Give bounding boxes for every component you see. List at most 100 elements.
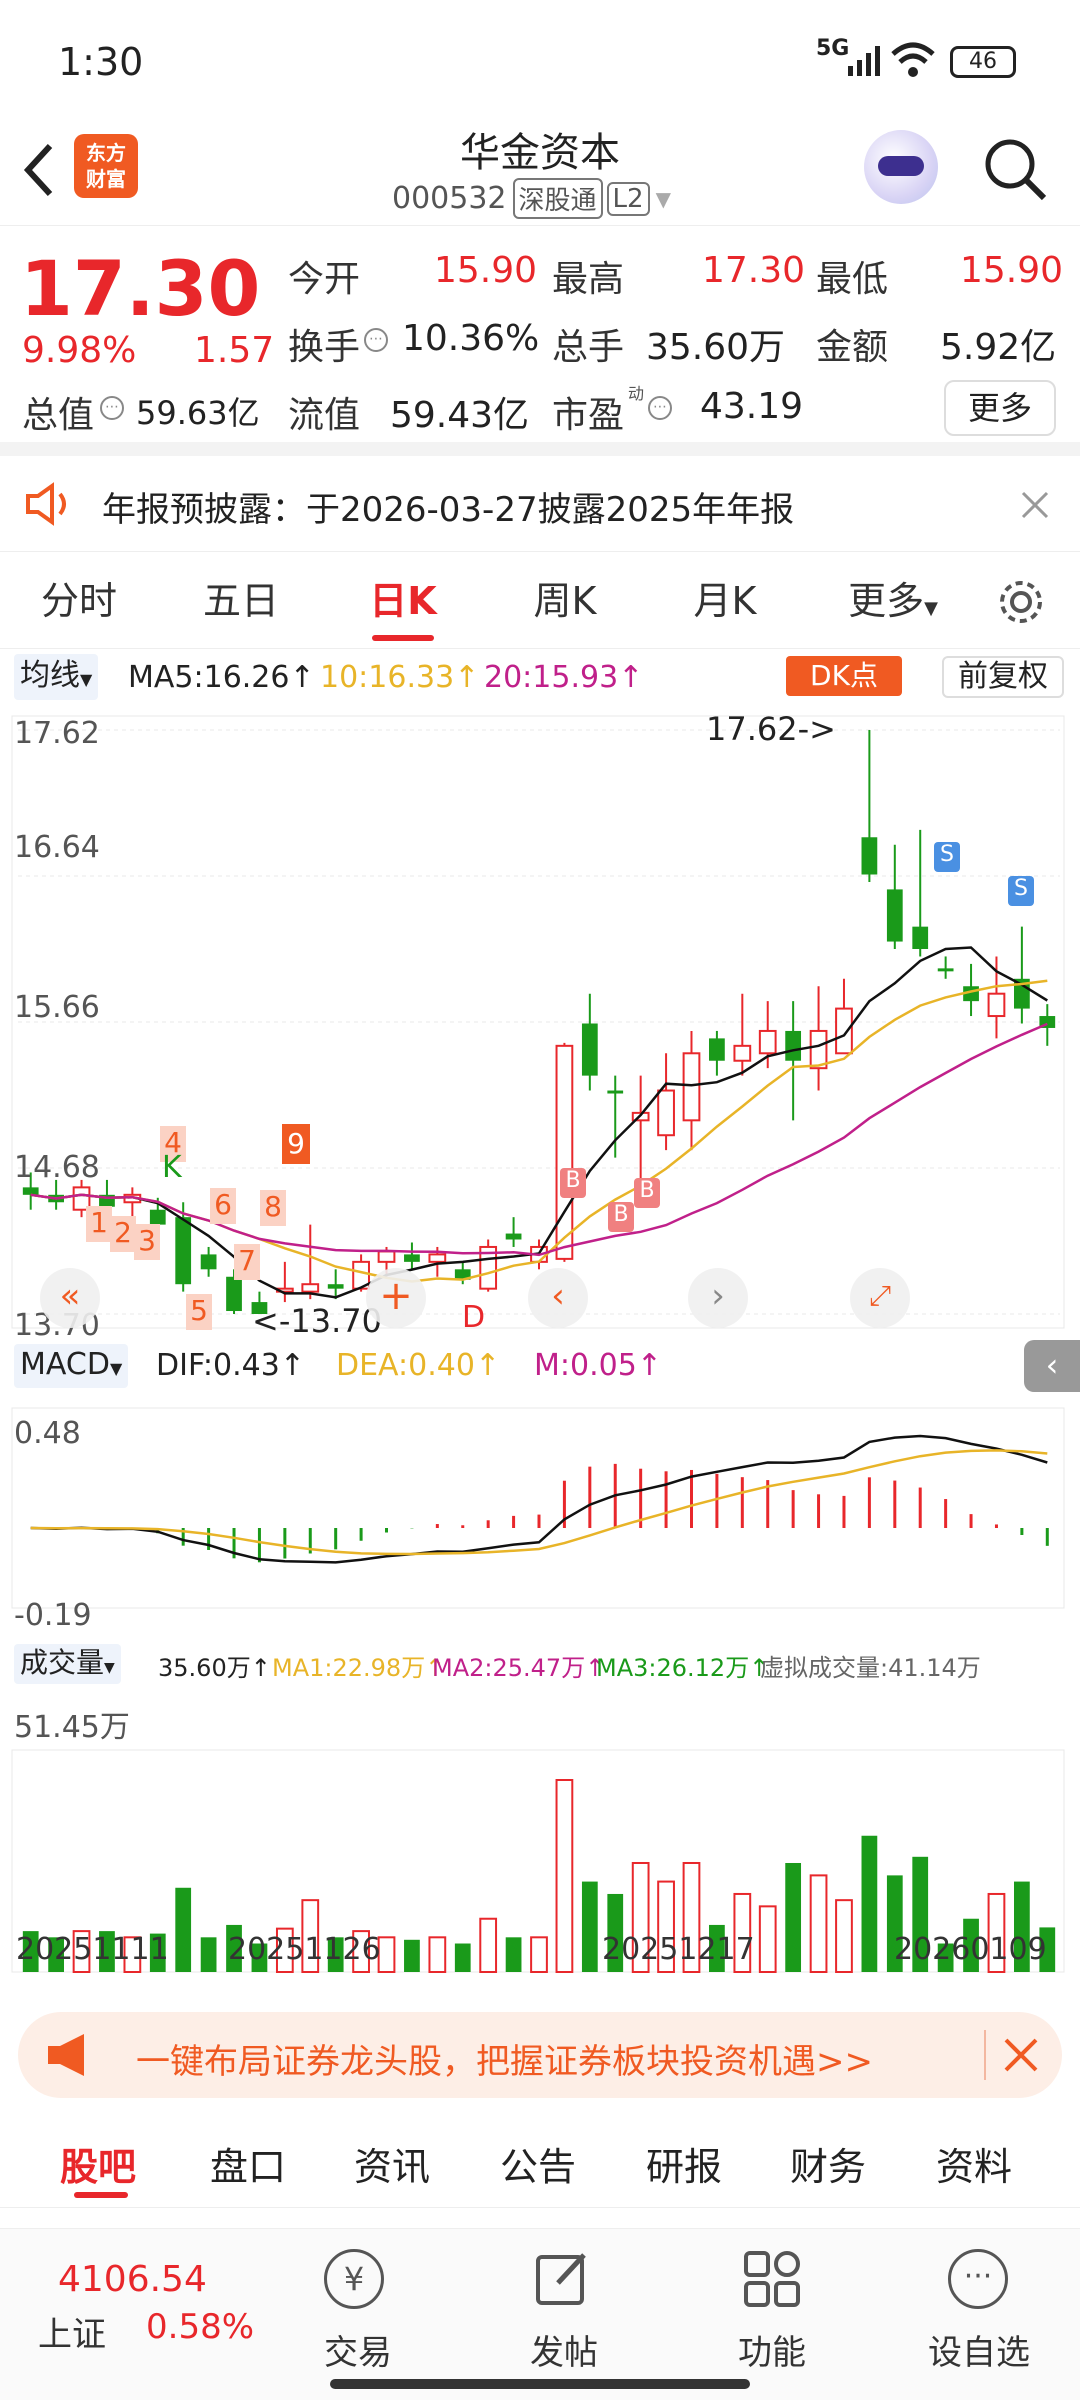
volume-current: 35.60万↑ — [158, 1654, 271, 1682]
volume-bar — [454, 1943, 471, 1972]
pe-label: 市盈 — [552, 395, 625, 436]
amount-label: 金额 — [816, 327, 889, 368]
trade-label[interactable]: 交易 — [324, 2325, 392, 2374]
mktcap-value: 59.63亿 — [136, 394, 260, 432]
marker-7: 7 — [234, 1244, 260, 1280]
high-value: 17.30 — [702, 250, 806, 291]
status-bar: 1:30 5G 46 — [0, 0, 1080, 120]
low-value: 15.90 — [960, 250, 1064, 291]
functions-label[interactable]: 功能 — [738, 2325, 806, 2374]
candle-body — [555, 1044, 574, 1260]
volume-bar — [785, 1862, 802, 1972]
tab-news[interactable]: 资讯 — [354, 2136, 430, 2191]
tab-five-day[interactable]: 五日 — [186, 553, 296, 649]
tab-profile[interactable]: 资料 — [936, 2136, 1012, 2191]
tab-order-book[interactable]: 盘口 — [210, 2136, 286, 2191]
volume-bar — [175, 1887, 192, 1972]
candle-body — [200, 1254, 217, 1270]
stock-header: 东方 财富 华金资本 000532 深股通 L2 ▼ — [0, 120, 1080, 226]
high-label: 最高 — [552, 259, 625, 300]
tab-indicator — [372, 635, 434, 641]
volume-bar — [581, 1881, 598, 1972]
tab-announcements[interactable]: 公告 — [500, 2136, 576, 2191]
volume-ma1: MA1:22.98万↑ — [272, 1654, 446, 1682]
candle-body — [149, 1209, 166, 1225]
candle-body — [581, 1023, 598, 1076]
volume-bar — [200, 1937, 217, 1972]
d-marker: D — [462, 1300, 486, 1335]
buy-marker: B — [560, 1168, 586, 1198]
info-icon[interactable]: ⋯ — [100, 396, 124, 420]
tab-monthly-k[interactable]: 月K — [670, 553, 780, 649]
post-edit-icon[interactable] — [532, 2249, 592, 2309]
marker-3: 3 — [134, 1224, 160, 1260]
promo-banner[interactable]: 一键布局证券龙头股，把握证券板块投资机遇>> — [18, 2012, 1062, 2098]
caret-down-icon: ▼ — [109, 1359, 123, 1378]
scroll-left-icon[interactable]: ‹ — [528, 1268, 588, 1328]
search-icon[interactable] — [980, 134, 1050, 204]
date-label-4: 20260109 — [894, 1932, 1047, 1967]
collapse-panel-icon[interactable]: ‹ — [1024, 1340, 1080, 1392]
index-value[interactable]: 4106.54 — [58, 2259, 207, 2300]
max-marker: 17.62-> — [706, 710, 836, 748]
marker-5: 5 — [186, 1294, 212, 1330]
turnover-value: 10.36% — [402, 318, 540, 359]
macd-y-bottom: -0.19 — [14, 1598, 92, 1633]
signal-icon — [848, 46, 880, 76]
adjust-button[interactable]: 前复权 — [942, 656, 1064, 698]
scroll-right-icon[interactable]: › — [688, 1268, 748, 1328]
volume-bar — [861, 1835, 878, 1972]
macd-m: M:0.05↑ — [534, 1348, 662, 1383]
macd-y-top: 0.48 — [14, 1416, 81, 1451]
tab-more[interactable]: 更多▼ — [838, 553, 948, 649]
volume-bar — [479, 1917, 498, 1973]
marker-9: 9 — [282, 1124, 310, 1164]
more-button[interactable]: 更多 — [944, 380, 1056, 436]
volume-y-top: 51.45万 — [14, 1710, 130, 1745]
add-watchlist-label[interactable]: 设自选 — [928, 2325, 1030, 2374]
settings-gear-icon[interactable] — [996, 577, 1046, 627]
tab-finance[interactable]: 财务 — [790, 2136, 866, 2191]
candle-body — [835, 1007, 853, 1055]
volume-bar — [377, 1936, 396, 1974]
candle-body — [657, 1089, 675, 1137]
open-label: 今开 — [288, 259, 361, 300]
candle-body — [175, 1217, 192, 1285]
close-icon[interactable] — [1002, 2036, 1040, 2074]
candle-body — [226, 1276, 242, 1312]
marker-1: 1 — [86, 1206, 112, 1242]
zoom-in-icon[interactable]: + — [366, 1268, 426, 1328]
tab-intraday[interactable]: 分时 — [24, 553, 134, 649]
close-icon[interactable] — [1020, 490, 1050, 520]
volume-selector[interactable]: 成交量▼ — [14, 1644, 121, 1684]
post-label[interactable]: 发帖 — [530, 2325, 598, 2374]
index-name: 上证 — [38, 2315, 106, 2355]
candle-body — [22, 1187, 39, 1195]
tab-weekly-k[interactable]: 周K — [510, 553, 620, 649]
functions-grid-icon[interactable] — [742, 2249, 802, 2309]
info-icon[interactable]: ⋯ — [648, 396, 672, 420]
sell-marker: S — [1008, 876, 1034, 906]
scroll-left-fast-icon[interactable]: « — [40, 1268, 100, 1328]
candle-body — [733, 1044, 752, 1062]
volume-ma2: MA2:25.47万↑ — [432, 1654, 606, 1682]
macd-dea: DEA:0.40↑ — [336, 1348, 501, 1383]
macd-selector[interactable]: MACD▼ — [14, 1344, 129, 1388]
notice-bar[interactable]: 年报预披露：于2026-03-27披露2025年年报 — [0, 456, 1080, 552]
candle-body — [301, 1283, 320, 1293]
dropdown-icon[interactable]: ▼ — [656, 187, 671, 211]
tab-more-label: 更多 — [848, 579, 925, 623]
megaphone-icon — [48, 2034, 84, 2076]
info-icon[interactable]: ⋯ — [364, 328, 388, 352]
assistant-avatar-icon[interactable] — [864, 130, 938, 204]
tab-research[interactable]: 研报 — [646, 2136, 722, 2191]
ma-selector[interactable]: 均线▼ — [14, 654, 99, 700]
y-label-4: 14.68 — [14, 1150, 100, 1185]
trade-icon[interactable]: ¥ — [324, 2249, 384, 2309]
fullscreen-icon[interactable]: ⤢ — [850, 1268, 910, 1328]
tab-forum[interactable]: 股吧 — [60, 2136, 136, 2191]
more-dots-icon[interactable]: ··· — [948, 2249, 1008, 2309]
ma10-value: 10:16.33↑ — [320, 660, 480, 695]
dk-point-button[interactable]: DK点 — [786, 656, 902, 696]
marker-6: 6 — [210, 1188, 236, 1224]
